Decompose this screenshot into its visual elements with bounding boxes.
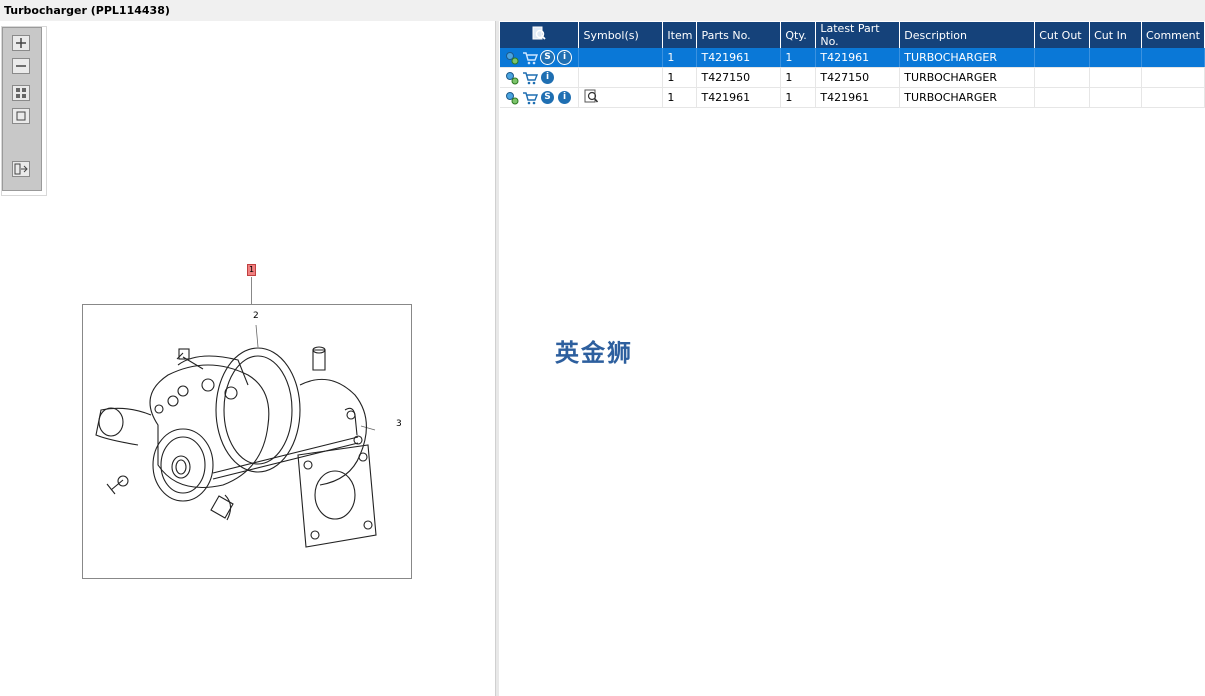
- qty-cell: 1: [780, 67, 817, 88]
- column-header-item[interactable]: Item: [662, 22, 698, 48]
- watermark-logo: 英金狮: [555, 339, 633, 367]
- table-header-row: Symbol(s) Item Parts No. Qty. Latest Par…: [500, 22, 1205, 48]
- callout-2-label: 2: [253, 311, 259, 321]
- turbocharger-drawing[interactable]: 2 3: [82, 304, 412, 579]
- callout-1-flag[interactable]: 1: [247, 264, 256, 276]
- zoom-out-button[interactable]: [12, 58, 30, 74]
- grid-icon: [16, 88, 26, 98]
- cut-in-cell: [1089, 67, 1143, 88]
- parts-no-cell: T427150: [696, 67, 782, 88]
- toggle-panel-button[interactable]: [12, 161, 30, 177]
- panel-arrow-icon: [14, 163, 28, 175]
- magnifier-doc-icon[interactable]: [583, 88, 599, 104]
- row-actions: S i: [500, 48, 580, 68]
- symbol-cell: [578, 48, 664, 68]
- parts-table: Symbol(s) Item Parts No. Qty. Latest Par…: [500, 22, 1205, 108]
- column-header-comment[interactable]: Comment: [1141, 22, 1205, 48]
- gears-icon[interactable]: [504, 90, 520, 106]
- column-header-qty[interactable]: Qty.: [780, 22, 817, 48]
- cut-in-cell: [1089, 87, 1143, 108]
- qty-cell: 1: [780, 87, 817, 108]
- cut-out-cell: [1034, 67, 1091, 88]
- zoom-toolbar: [1, 26, 47, 196]
- illustration-pane[interactable]: 1 2 3: [0, 21, 495, 696]
- cart-icon[interactable]: [522, 50, 538, 66]
- gears-icon[interactable]: [504, 50, 520, 66]
- column-header-parts-no[interactable]: Parts No.: [696, 22, 782, 48]
- cut-out-cell: [1034, 48, 1091, 68]
- cut-out-cell: [1034, 87, 1091, 108]
- item-cell: 1: [662, 67, 698, 88]
- column-header-cut-in[interactable]: Cut In: [1089, 22, 1143, 48]
- column-header-cut-out[interactable]: Cut Out: [1034, 22, 1091, 48]
- info-icon[interactable]: i: [557, 90, 572, 105]
- row-actions: S i: [500, 87, 580, 108]
- window-title: Turbocharger (PPL114438): [0, 0, 1205, 21]
- item-cell: 1: [662, 48, 698, 68]
- parts-no-cell: T421961: [696, 87, 782, 108]
- qty-cell: 1: [780, 48, 817, 68]
- minus-icon: [16, 65, 26, 67]
- latest-part-no-cell: T421961: [815, 48, 901, 68]
- latest-part-no-cell: T427150: [815, 67, 901, 88]
- turbocharger-illustration: [95, 324, 377, 548]
- table-row[interactable]: i 1 T427150 1 T427150 TURBOCHARGER: [500, 67, 1205, 88]
- parts-no-cell: T421961: [696, 48, 782, 68]
- callout-3-label: 3: [396, 419, 402, 429]
- plus-icon: [16, 38, 26, 48]
- description-cell: TURBOCHARGER: [899, 67, 1036, 88]
- callout-leader-line: [251, 277, 252, 304]
- cart-icon[interactable]: [522, 90, 538, 106]
- column-header-latest-part-no[interactable]: Latest Part No.: [815, 22, 901, 48]
- column-header-description[interactable]: Description: [899, 22, 1036, 48]
- description-cell: TURBOCHARGER: [899, 87, 1036, 108]
- square-icon: [16, 111, 26, 121]
- actual-size-button[interactable]: [12, 108, 30, 124]
- description-cell: TURBOCHARGER: [899, 48, 1036, 68]
- fit-all-button[interactable]: [12, 85, 30, 101]
- symbol-cell: [578, 67, 664, 88]
- s-badge-icon[interactable]: S: [540, 50, 555, 65]
- row-actions: i: [500, 67, 580, 88]
- comment-cell: [1141, 48, 1205, 68]
- table-row[interactable]: S i 1 T421961 1 T421961 TURBOCHARGER: [500, 48, 1205, 68]
- comment-cell: [1141, 87, 1205, 108]
- cart-icon[interactable]: [522, 70, 538, 86]
- s-badge-icon[interactable]: S: [540, 90, 555, 105]
- info-icon[interactable]: i: [540, 70, 555, 85]
- info-icon[interactable]: i: [557, 50, 572, 65]
- column-header-search[interactable]: [500, 22, 580, 48]
- latest-part-no-cell: T421961: [815, 87, 901, 108]
- column-header-symbols[interactable]: Symbol(s): [578, 22, 664, 48]
- zoom-in-button[interactable]: [12, 35, 30, 51]
- comment-cell: [1141, 67, 1205, 88]
- search-document-icon: [532, 26, 546, 40]
- item-cell: 1: [662, 87, 698, 108]
- gears-icon[interactable]: [504, 70, 520, 86]
- table-row[interactable]: S i 1 T421961 1 T421961 TURBOCHARGER: [500, 87, 1205, 108]
- symbol-cell: [578, 87, 664, 108]
- cut-in-cell: [1089, 48, 1143, 68]
